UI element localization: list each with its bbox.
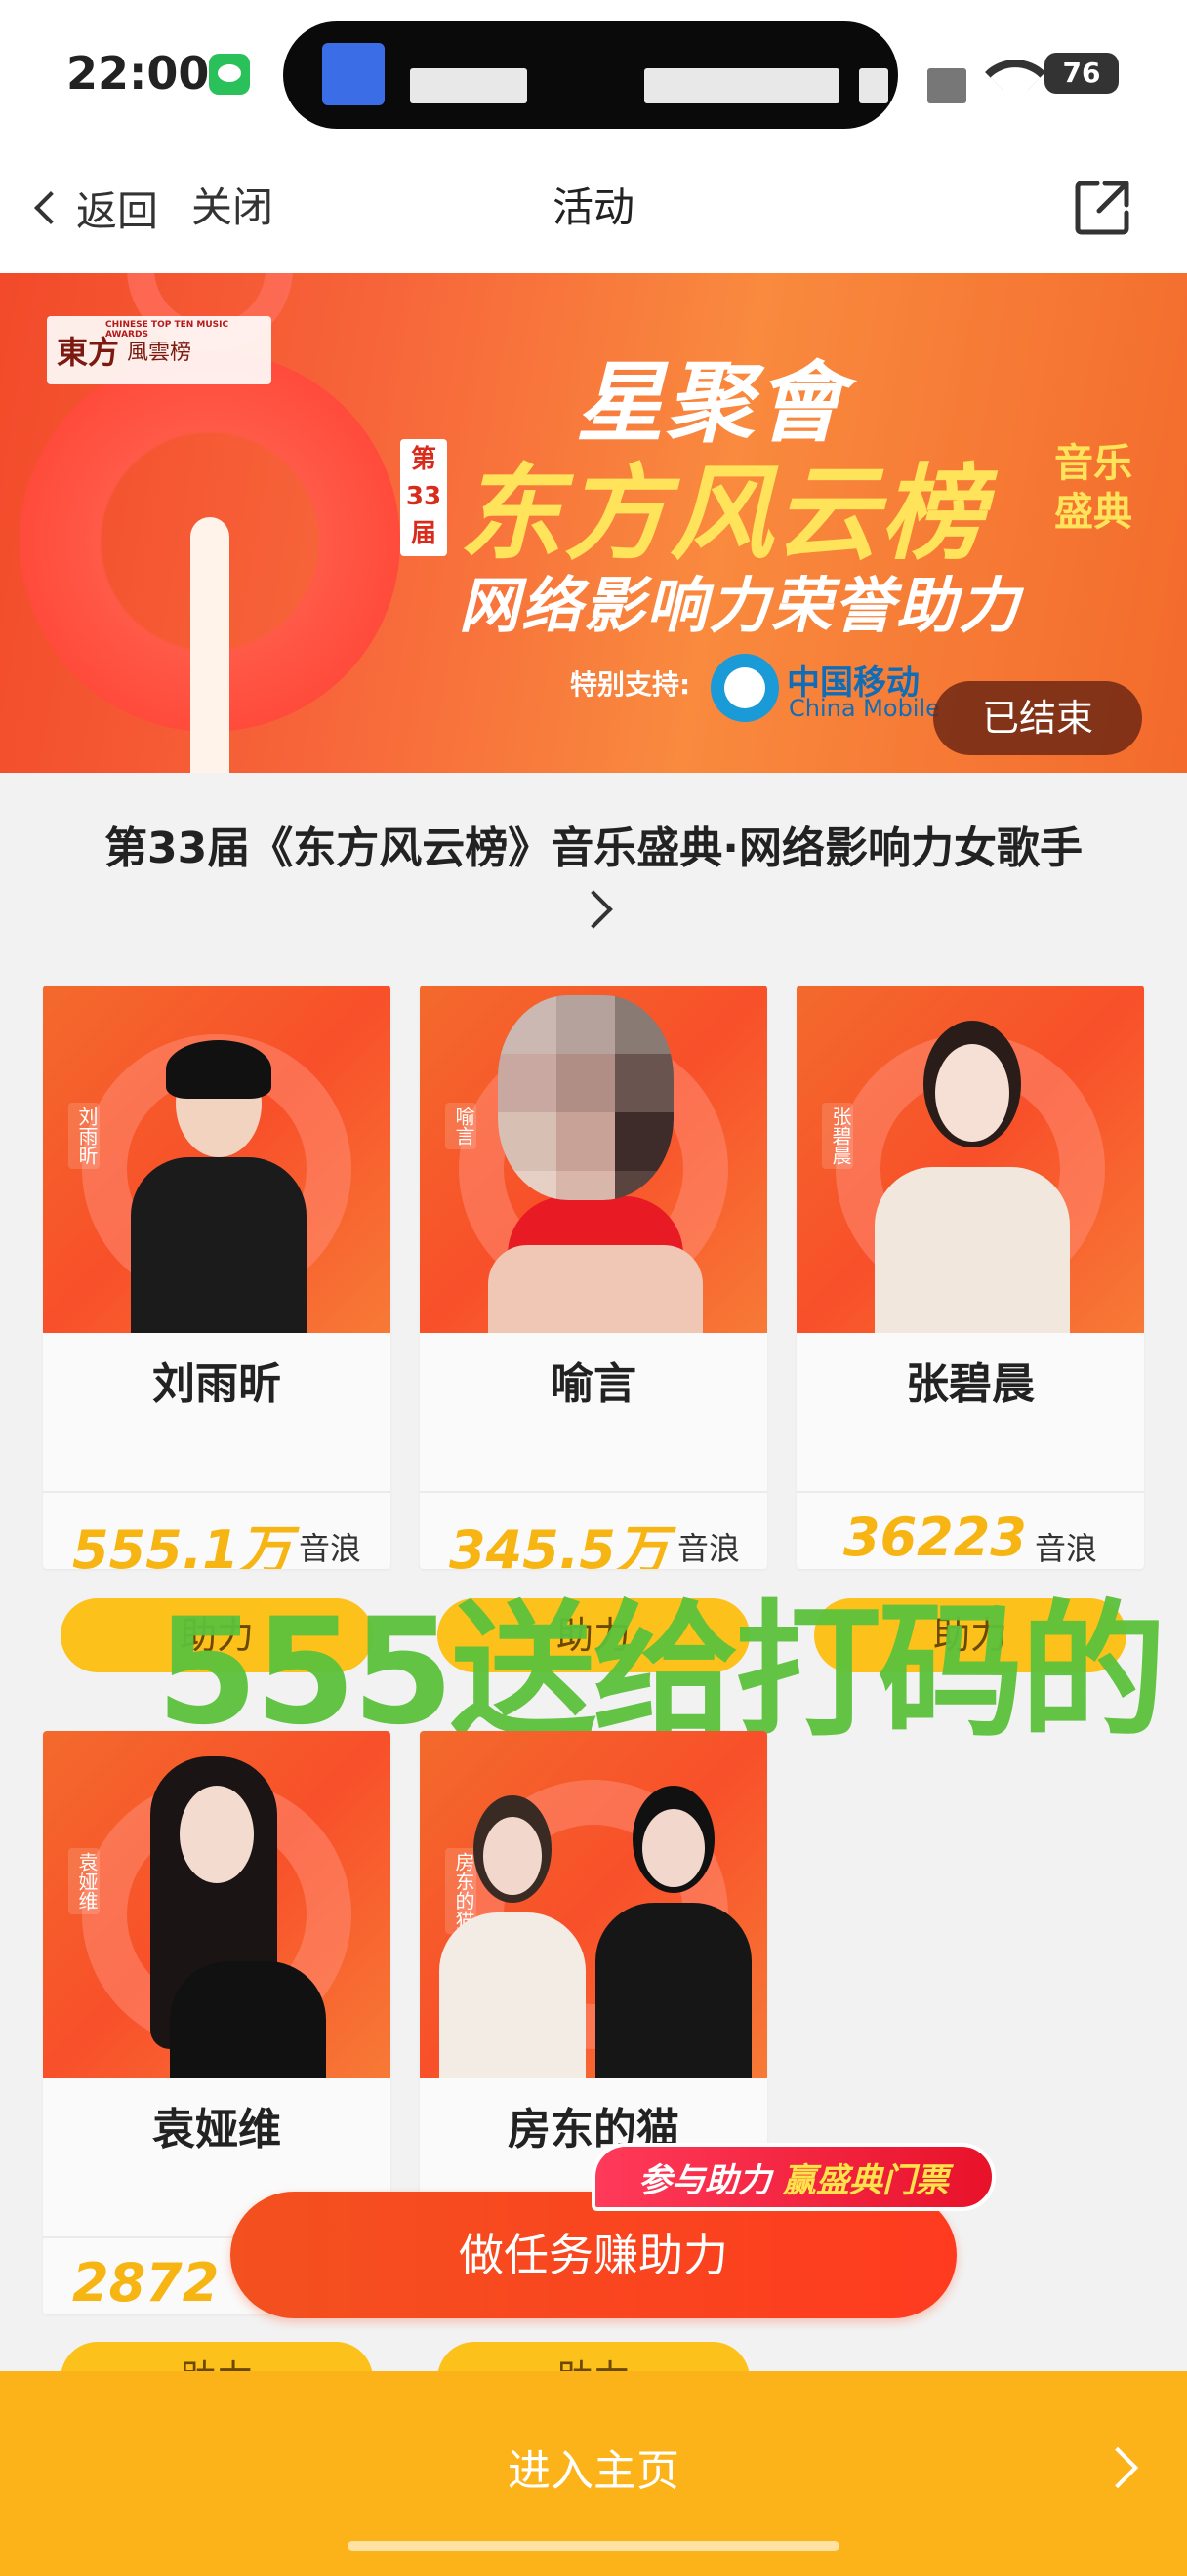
redacted-block: [410, 68, 527, 103]
share-icon[interactable]: [1072, 178, 1132, 238]
banner-bar-decor: [190, 517, 229, 773]
award-logo: CHINESE TOP TEN MUSIC AWARDS 東方 風雲榜: [47, 316, 271, 384]
candidate-photo: 张碧晨: [797, 986, 1144, 1333]
support-label: 特别支持:: [570, 668, 691, 701]
bottom-bar[interactable]: 进入主页: [0, 2371, 1187, 2576]
redacted-block: [859, 68, 888, 103]
enter-homepage-button[interactable]: 进入主页: [0, 2435, 1187, 2498]
home-indicator: [348, 2541, 839, 2551]
candidate-card[interactable]: 张碧晨 张碧晨 36223 音浪: [797, 986, 1144, 1569]
wifi-icon: [984, 41, 1046, 103]
battery-indicator: 76: [1044, 53, 1119, 94]
candidate-photo: 房东的猫: [420, 1731, 767, 2078]
event-banner[interactable]: CHINESE TOP TEN MUSIC AWARDS 東方 風雲榜 星聚會 …: [0, 273, 1187, 773]
candidate-name: 张碧晨: [906, 1359, 1035, 1409]
candidate-name: 袁娅维: [152, 2105, 281, 2154]
banner-subtitle: 网络影响力荣誉助力: [459, 570, 1022, 641]
candidate-photo: 袁娅维: [43, 1731, 390, 2078]
status-badge: 已结束: [933, 681, 1142, 755]
status-bar: 22:00 76: [0, 0, 1187, 146]
banner-music-label: 音乐盛典: [1054, 441, 1132, 535]
redacted-block: [644, 68, 839, 103]
candidate-card[interactable]: 刘雨昕 刘雨昕 555.1万 音浪: [43, 986, 390, 1569]
candidate-score: 2872: [72, 2252, 220, 2314]
page-title: 活动: [552, 183, 634, 231]
china-mobile-logo-icon: [711, 654, 779, 722]
signal-icon: [927, 68, 966, 103]
chevron-right-icon[interactable]: [574, 890, 613, 929]
category-title[interactable]: 第33届《东方风云榜》音乐盛典·网络影响力女歌手: [39, 820, 1148, 878]
candidate-name: 喻言: [551, 1359, 636, 1409]
status-time: 22:00: [66, 47, 210, 100]
sponsor-name-en: China Mobile: [789, 695, 940, 722]
candidate-photo: 刘雨昕: [43, 986, 390, 1333]
redacted-notification-icon: [322, 43, 385, 105]
nav-bar: 返回 关闭 活动: [0, 146, 1187, 273]
banner-edition: 第33届: [400, 439, 447, 556]
promo-tag[interactable]: 参与助力 赢盛典门票: [592, 2143, 996, 2211]
candidate-name: 刘雨昕: [152, 1359, 281, 1409]
pixelated-face: [498, 995, 674, 1200]
wechat-icon: [209, 54, 250, 95]
